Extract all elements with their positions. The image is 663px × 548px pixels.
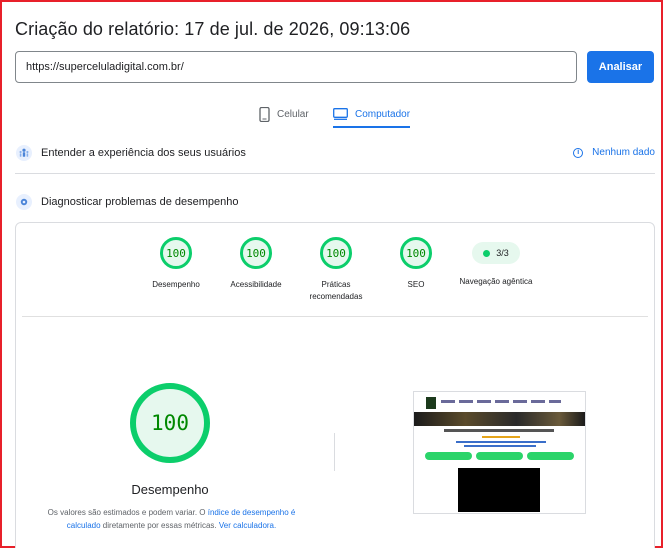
ux-section-label: Entender a experiência dos seus usuários <box>41 147 246 159</box>
score-label: Práticas recomendadas <box>309 280 363 301</box>
score-best-practices[interactable]: 100 Práticas recomendadas <box>296 237 376 303</box>
tab-desktop-label: Computador <box>355 108 411 120</box>
performance-label: Desempenho <box>131 482 209 497</box>
note-prefix: Os valores são estimados e podem variar.… <box>47 508 206 517</box>
agentic-badge: 3/3 <box>472 242 520 264</box>
card-divider <box>22 316 648 317</box>
thumb-button <box>527 452 574 460</box>
performance-score: 100 <box>130 383 210 463</box>
thumb-rating <box>482 436 520 438</box>
agentic-label: Navegação agêntica <box>459 277 533 286</box>
thumb-nav-text <box>441 400 561 403</box>
thumb-heading <box>444 429 554 432</box>
calculator-link[interactable]: Ver calculadora. <box>219 521 276 530</box>
thumb-video <box>458 468 540 512</box>
ux-section-header[interactable]: Entender a experiência dos seus usuários <box>15 143 655 163</box>
page-title: Criação do relatório: 17 de jul. de 2026… <box>15 19 411 39</box>
analyze-button[interactable]: Analisar <box>587 51 654 83</box>
score-label: Acessibilidade <box>230 280 282 289</box>
monitor-icon <box>333 108 348 120</box>
tab-mobile-label: Celular <box>277 108 309 120</box>
score-agentic-navigation[interactable]: 3/3 Navegação agêntica <box>456 237 536 288</box>
score-label: SEO <box>407 280 425 289</box>
score-gauge: 100 <box>160 237 192 269</box>
no-data-link[interactable]: i Nenhum dado <box>573 147 655 158</box>
score-accessibility[interactable]: 100 Acessibilidade <box>216 237 296 291</box>
performance-note: Os valores são estimados e podem variar.… <box>44 506 299 532</box>
vertical-divider <box>334 433 335 471</box>
diagnostics-card: 100 Desempenho 100 Acessibilidade 100 Pr… <box>15 222 655 548</box>
lighthouse-icon <box>15 193 33 211</box>
tab-mobile[interactable]: Celular <box>259 100 309 128</box>
agentic-value: 3/3 <box>496 248 509 258</box>
thumb-logo <box>426 397 436 409</box>
smartphone-icon <box>259 106 270 122</box>
pass-dot-icon <box>483 249 491 257</box>
thumb-banner <box>414 412 585 426</box>
score-seo[interactable]: 100 SEO <box>376 237 456 291</box>
section-divider <box>15 173 655 174</box>
info-icon: i <box>573 147 584 158</box>
url-input[interactable] <box>15 51 577 83</box>
thumb-button <box>425 452 472 460</box>
score-label: Desempenho <box>152 280 200 289</box>
users-icon <box>15 144 33 162</box>
diag-section-header[interactable]: Diagnosticar problemas de desempenho <box>15 192 655 212</box>
score-gauge: 100 <box>240 237 272 269</box>
thumb-button <box>476 452 523 460</box>
score-gauge: 100 <box>320 237 352 269</box>
note-middle: diretamente por essas métricas. <box>102 521 217 530</box>
score-performance[interactable]: 100 Desempenho <box>136 237 216 291</box>
score-gauge: 100 <box>400 237 432 269</box>
tab-desktop[interactable]: Computador <box>333 100 411 128</box>
device-tabs: Celular Computador <box>0 100 663 128</box>
no-data-label: Nenhum dado <box>592 147 655 158</box>
thumb-text-line <box>456 441 546 443</box>
thumb-text-line <box>464 445 536 447</box>
performance-gauge: 100 <box>130 383 210 463</box>
page-screenshot-thumbnail <box>413 391 586 514</box>
diag-section-label: Diagnosticar problemas de desempenho <box>41 196 239 208</box>
